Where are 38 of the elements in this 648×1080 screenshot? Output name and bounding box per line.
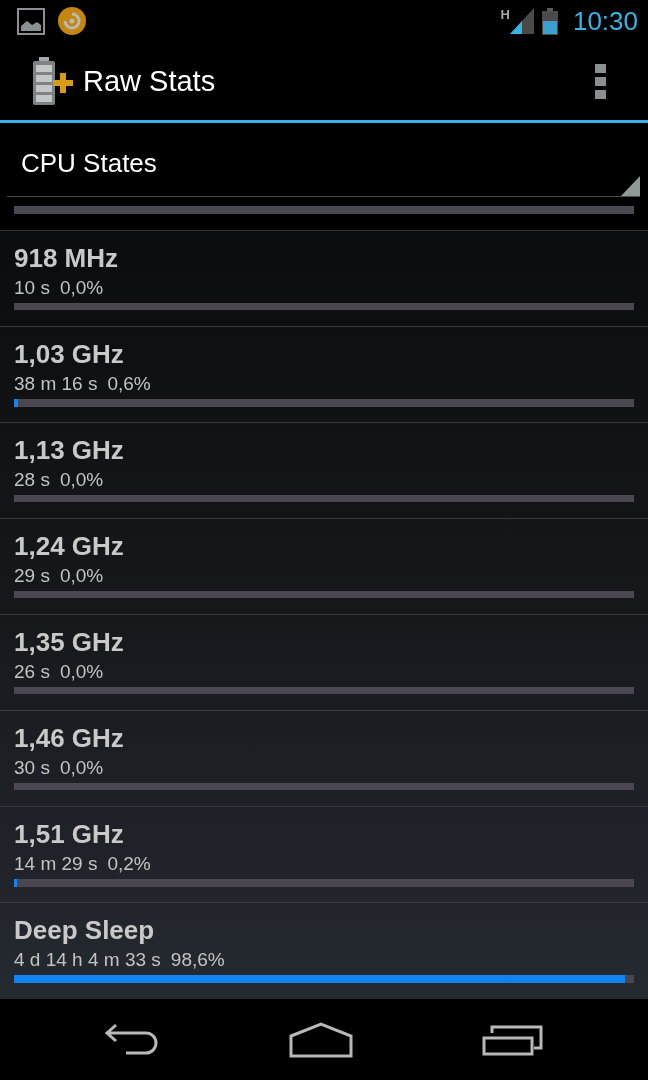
recent-apps-icon[interactable] xyxy=(482,1023,544,1056)
state-frequency: 1,35 GHz xyxy=(14,627,125,657)
state-percent: 0,6% xyxy=(107,372,151,396)
signal-icon xyxy=(509,8,534,34)
back-icon[interactable] xyxy=(104,1022,160,1057)
sync-circle-icon xyxy=(58,7,86,35)
state-percent: 98,6% xyxy=(170,948,225,972)
state-percent: 0,0% xyxy=(59,276,104,300)
state-duration: 4 d 14 h 4 m 33 s xyxy=(14,948,161,972)
battery-icon xyxy=(541,7,558,35)
state-frequency: 1,24 GHz xyxy=(14,531,125,561)
state-duration: 29 s xyxy=(14,564,50,588)
state-percent: 0,0% xyxy=(59,660,104,684)
state-percent: 0,0% xyxy=(59,756,104,780)
state-frequency: 1,46 GHz xyxy=(14,723,125,753)
state-duration: 10 s xyxy=(14,276,50,300)
state-percent: 0,2% xyxy=(107,852,151,876)
state-duration: 38 m 16 s xyxy=(14,372,98,396)
app-title: Raw Stats xyxy=(83,64,216,99)
overflow-menu-icon[interactable] xyxy=(595,63,606,99)
state-frequency: Deep Sleep xyxy=(14,915,156,945)
state-frequency: 1,03 GHz xyxy=(14,339,125,369)
home-icon[interactable] xyxy=(289,1021,353,1058)
state-duration: 28 s xyxy=(14,468,50,492)
state-duration: 14 m 29 s xyxy=(14,852,98,876)
state-duration: 26 s xyxy=(14,660,50,684)
dropdown-triangle-icon xyxy=(621,176,640,196)
state-duration: 30 s xyxy=(14,756,50,780)
state-percent: 0,0% xyxy=(59,564,104,588)
network-type-label: H xyxy=(500,8,510,21)
state-percent: 0,0% xyxy=(59,468,104,492)
clock-time: 10:30 xyxy=(572,6,638,36)
battery-plus-icon xyxy=(33,57,73,105)
state-frequency: 1,13 GHz xyxy=(14,435,125,465)
state-frequency: 918 MHz xyxy=(14,243,120,273)
state-frequency: 1,51 GHz xyxy=(14,819,125,849)
category-dropdown[interactable]: CPU States xyxy=(7,130,640,197)
picture-icon xyxy=(17,7,45,35)
